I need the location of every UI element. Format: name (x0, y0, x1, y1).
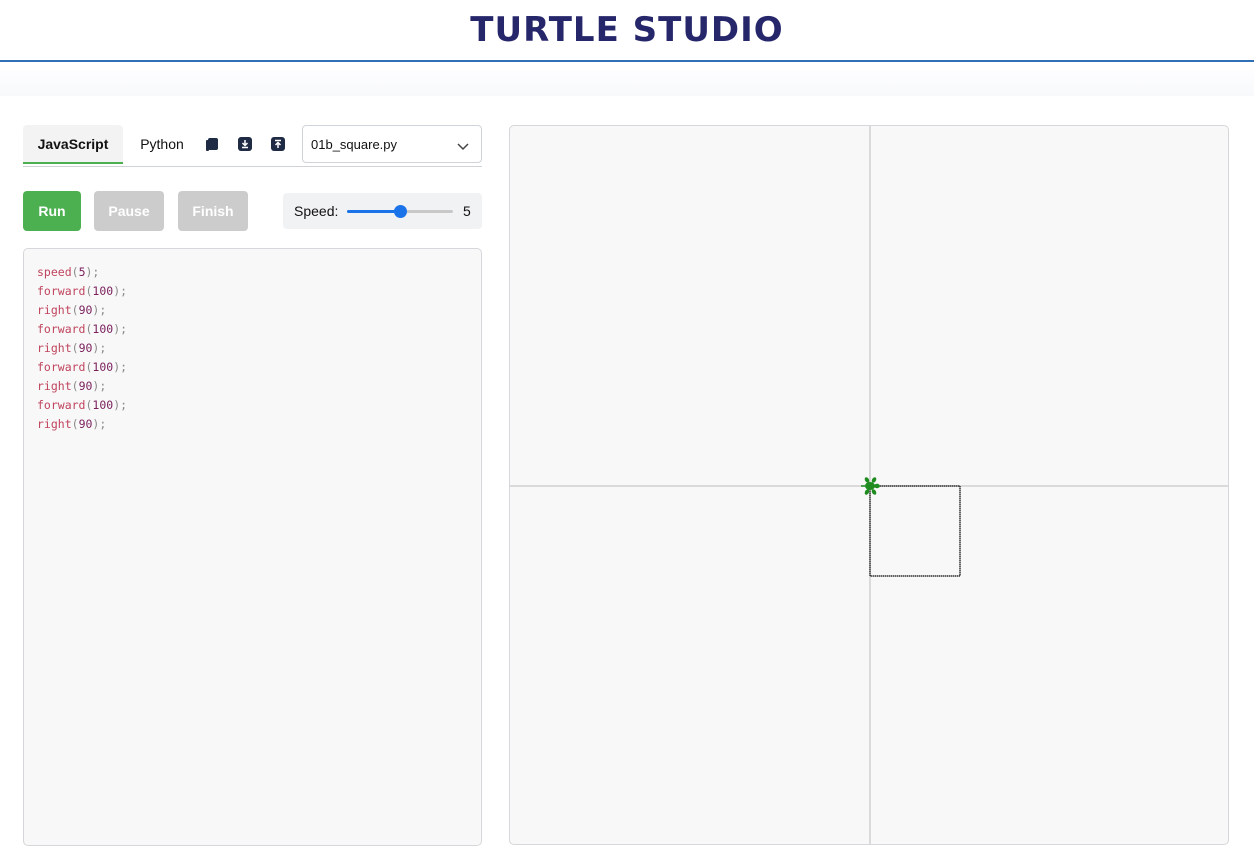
pause-button[interactable]: Pause (94, 191, 164, 231)
code-line: forward(100); (37, 396, 468, 415)
code-line: right(90); (37, 415, 468, 434)
code-line: forward(100); (37, 282, 468, 301)
code-function: forward (37, 284, 86, 298)
code-paren: ); (92, 303, 107, 317)
code-function: right (37, 379, 72, 393)
code-paren: ( (71, 341, 79, 355)
finish-button[interactable]: Finish (178, 191, 248, 231)
speed-slider-fill (347, 210, 400, 213)
code-paren: ( (71, 303, 79, 317)
code-function: right (37, 303, 72, 317)
code-argument: 90 (78, 341, 93, 355)
code-argument: 100 (92, 360, 114, 374)
code-paren: ); (92, 379, 107, 393)
copy-icon[interactable] (204, 136, 220, 152)
code-paren: ); (92, 417, 107, 431)
code-paren: ); (85, 265, 100, 279)
code-function: speed (37, 265, 72, 279)
app-header: TURTLE STUDIO (0, 0, 1254, 62)
speed-slider-thumb[interactable] (394, 205, 407, 218)
code-function: forward (37, 360, 86, 374)
chevron-down-icon (457, 139, 469, 154)
code-argument: 90 (78, 417, 93, 431)
code-paren: ); (113, 360, 128, 374)
code-paren: ); (113, 322, 128, 336)
code-function: forward (37, 398, 86, 412)
upload-icon[interactable] (270, 136, 286, 152)
code-paren: ); (113, 398, 128, 412)
code-paren: ( (71, 379, 79, 393)
code-argument: 100 (92, 322, 114, 336)
code-argument: 90 (78, 379, 93, 393)
code-function: right (37, 341, 72, 355)
turtle-canvas[interactable] (509, 125, 1229, 845)
code-function: forward (37, 322, 86, 336)
app-title: TURTLE STUDIO (470, 10, 784, 50)
code-argument: 100 (92, 284, 114, 298)
code-line: forward(100); (37, 320, 468, 339)
code-editor[interactable]: speed(5); forward(100); right(90); forward(… (23, 248, 482, 846)
file-select[interactable]: 01b_square.py (302, 125, 482, 163)
code-paren: ( (71, 417, 79, 431)
code-function: right (37, 417, 72, 431)
download-icon[interactable] (237, 136, 253, 152)
code-argument: 90 (78, 303, 93, 317)
code-paren: ); (113, 284, 128, 298)
tab-python[interactable]: Python (129, 125, 195, 164)
sub-header-bar (0, 62, 1254, 96)
speed-control: Speed: 5 (283, 193, 482, 229)
code-line: right(90); (37, 339, 468, 358)
code-argument: 100 (92, 398, 114, 412)
code-argument: 5 (78, 265, 86, 279)
code-paren: ( (71, 265, 79, 279)
file-select-value: 01b_square.py (311, 136, 398, 152)
code-line: right(90); (37, 301, 468, 320)
tab-javascript[interactable]: JavaScript (23, 125, 123, 164)
code-line: right(90); (37, 377, 468, 396)
speed-value: 5 (463, 203, 471, 219)
code-line: speed(5); (37, 263, 468, 282)
code-line: forward(100); (37, 358, 468, 377)
run-button[interactable]: Run (23, 191, 81, 231)
speed-slider[interactable] (347, 205, 453, 218)
code-paren: ); (92, 341, 107, 355)
speed-label: Speed: (294, 203, 339, 219)
turtle-path (869, 485, 961, 577)
